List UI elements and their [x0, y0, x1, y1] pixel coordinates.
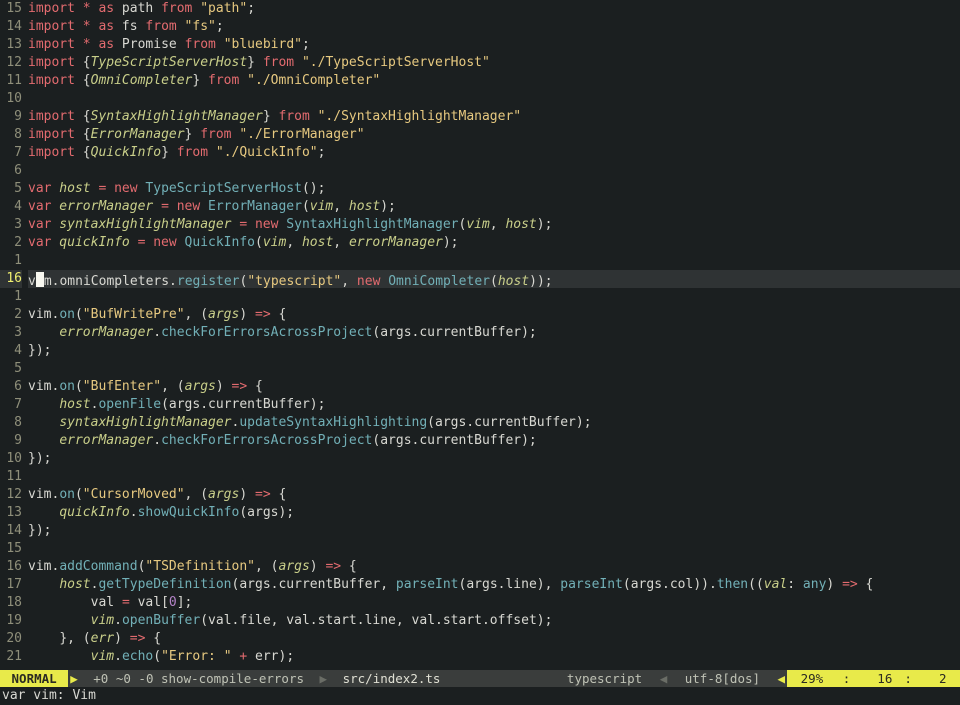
cursor — [36, 272, 44, 287]
percent-segment: 29% — [787, 670, 837, 687]
git-branch-segment: +0 ~0 -0 show-compile-errors — [80, 670, 318, 687]
file-path: src/index2.ts — [329, 670, 454, 687]
line-number-gutter: 1514131211109876543211612345678910111213… — [0, 0, 28, 670]
chevron-left-icon: ◀ — [776, 670, 788, 687]
position-colon: : — [837, 670, 857, 687]
chevron-left-icon: ◀ — [658, 670, 670, 687]
position-colon: : — [898, 670, 918, 687]
mode-indicator: NORMAL — [0, 670, 68, 687]
chevron-right-icon: ▶ — [318, 670, 330, 687]
col-number: 2 — [918, 670, 960, 687]
line-number: 16 — [856, 670, 898, 687]
editor-pane[interactable]: 1514131211109876543211612345678910111213… — [0, 0, 960, 670]
code-area[interactable]: import * as path from "path";import * as… — [28, 0, 960, 670]
command-line[interactable]: var vim: Vim — [0, 687, 960, 705]
chevron-right-icon: ▶ — [68, 670, 80, 687]
filetype-segment: typescript — [551, 670, 657, 687]
encoding-segment: utf-8[dos] — [669, 670, 775, 687]
status-line: NORMAL ▶ +0 ~0 -0 show-compile-errors ▶ … — [0, 670, 960, 687]
